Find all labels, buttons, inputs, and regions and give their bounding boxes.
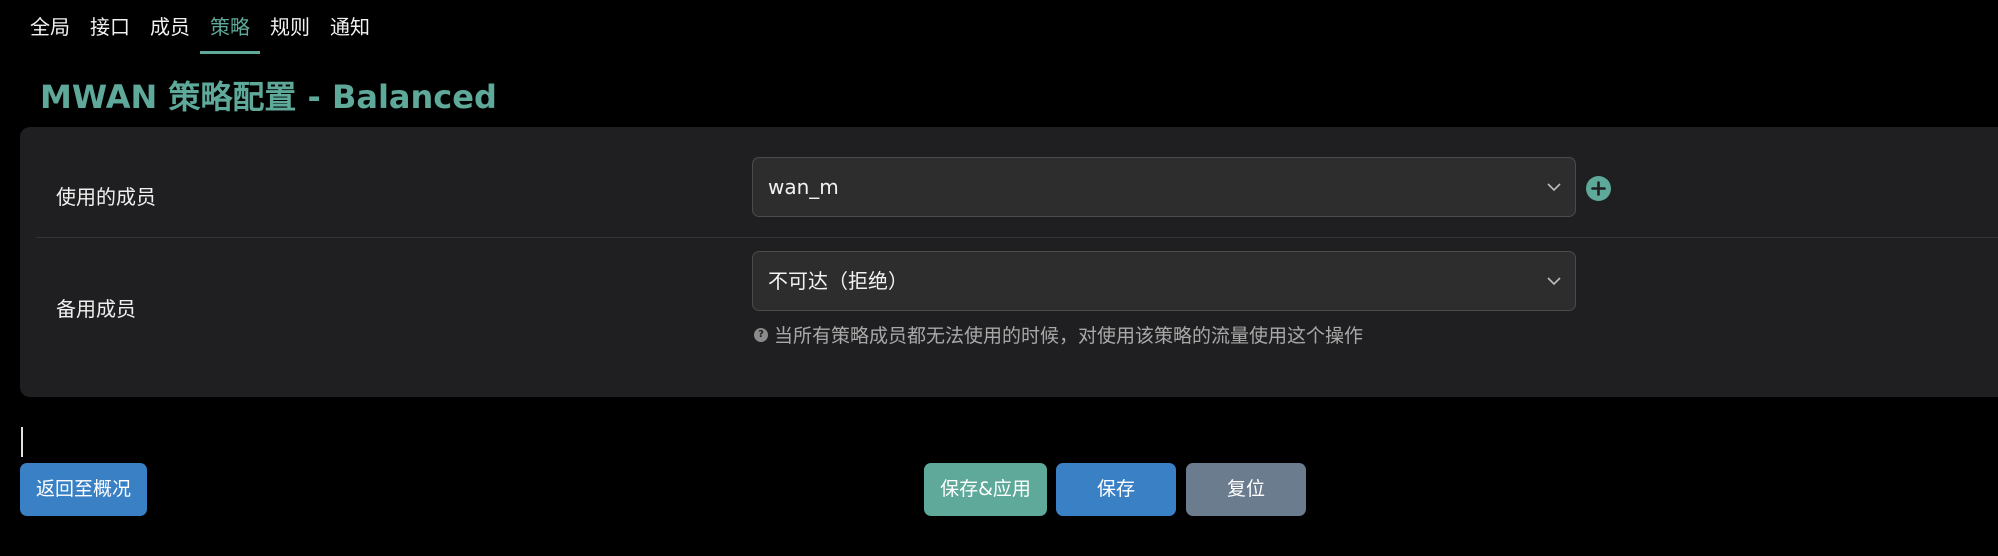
tab-policies[interactable]: 策略	[200, 0, 260, 54]
members-label: 使用的成员	[56, 185, 156, 209]
fallback-label: 备用成员	[56, 297, 136, 321]
fallback-hint-text: 当所有策略成员都无法使用的时候，对使用该策略的流量使用这个操作	[774, 325, 1364, 347]
members-select[interactable]: wan_m	[752, 157, 1576, 217]
reset-button[interactable]: 复位	[1186, 463, 1306, 516]
policy-config-panel: 使用的成员 wan_m 备用成员 不可达（拒绝） ? 当所有策略成员都无法使用的…	[20, 127, 1998, 397]
plus-circle-icon	[1591, 181, 1606, 196]
fallback-row: 备用成员 不可达（拒绝） ? 当所有策略成员都无法使用的时候，对使用该策略的流量…	[36, 237, 1998, 397]
fallback-hint: ? 当所有策略成员都无法使用的时候，对使用该策略的流量使用这个操作	[754, 321, 1363, 348]
add-member-button[interactable]	[1586, 176, 1611, 201]
page-title: MWAN 策略配置 - Balanced	[40, 78, 497, 116]
members-select-value: wan_m	[768, 175, 839, 199]
save-apply-button[interactable]: 保存&应用	[924, 463, 1047, 516]
question-circle-icon: ?	[754, 327, 768, 342]
members-row: 使用的成员 wan_m	[36, 127, 1998, 238]
text-cursor	[21, 427, 23, 457]
save-button[interactable]: 保存	[1056, 463, 1176, 516]
fallback-select[interactable]: 不可达（拒绝）	[752, 251, 1576, 311]
fallback-select-value: 不可达（拒绝）	[768, 269, 908, 293]
tab-bar: 全局 接口 成员 策略 规则 通知	[20, 0, 380, 54]
tab-notifications[interactable]: 通知	[320, 0, 380, 54]
tab-rules[interactable]: 规则	[260, 0, 320, 54]
back-to-overview-button[interactable]: 返回至概况	[20, 463, 147, 516]
chevron-down-icon	[1547, 277, 1561, 286]
tab-interfaces[interactable]: 接口	[80, 0, 140, 54]
tab-members[interactable]: 成员	[140, 0, 200, 54]
chevron-down-icon	[1547, 183, 1561, 192]
tab-global[interactable]: 全局	[20, 0, 80, 54]
